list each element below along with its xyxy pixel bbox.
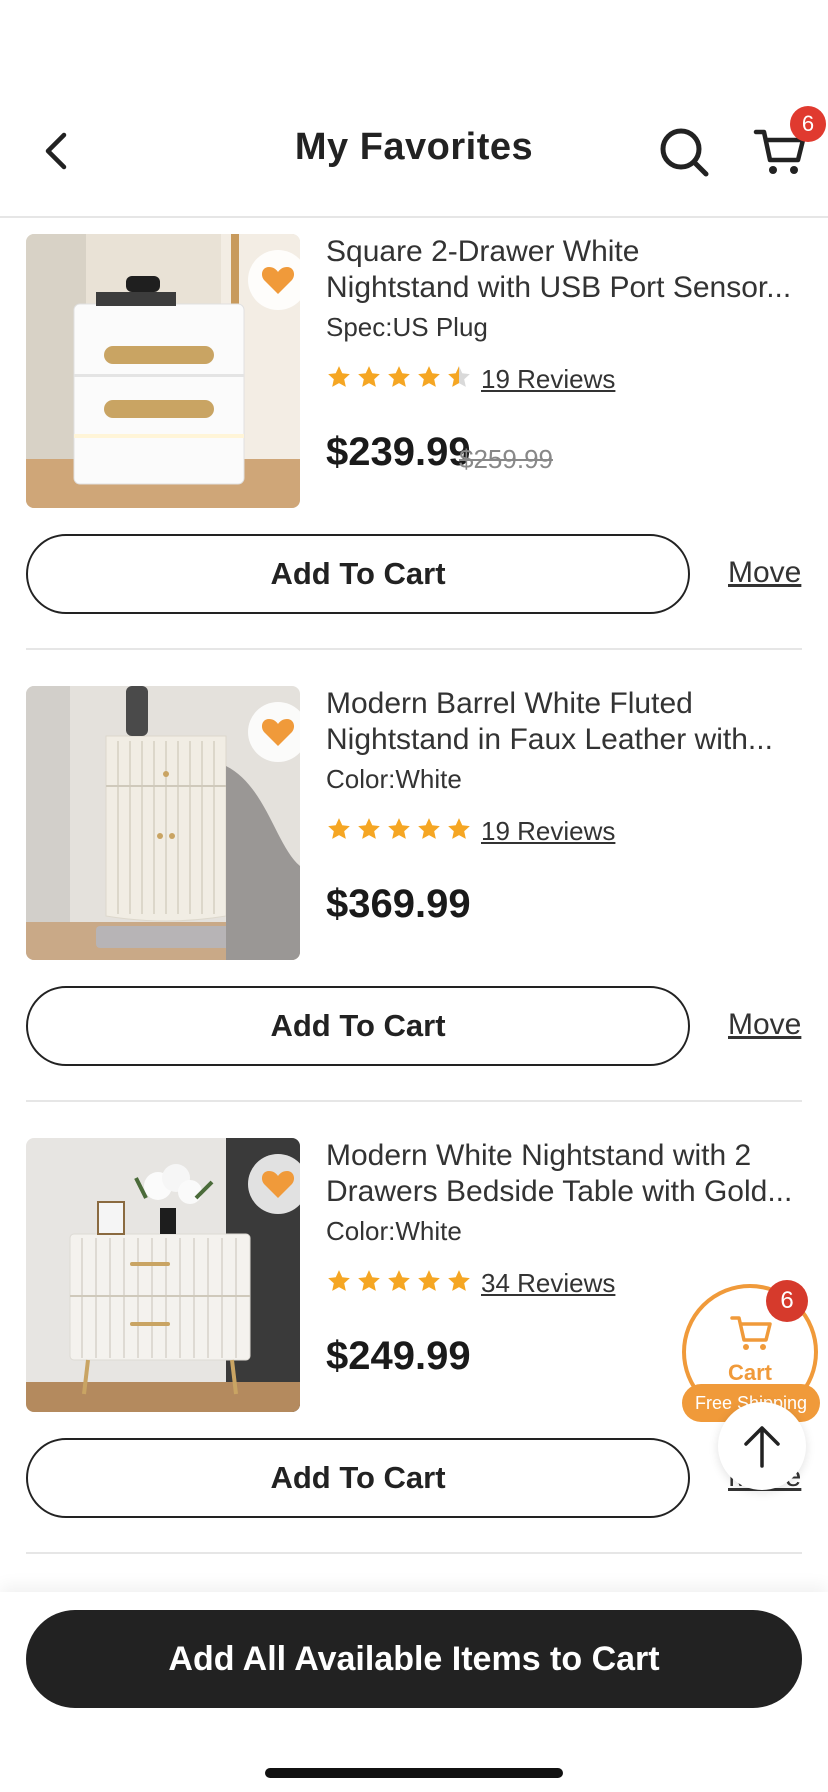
star-icon [358,366,380,387]
reviews-link[interactable]: 19 Reviews [481,816,615,847]
star-icon [418,818,440,839]
scroll-to-top-button[interactable] [718,1402,806,1490]
favorite-item: Square 2-Drawer White Nightstand with US… [0,234,828,686]
add-to-cart-button[interactable]: Add To Cart [26,534,690,614]
reviews-link[interactable]: 34 Reviews [481,1268,615,1299]
product-image[interactable] [26,234,300,508]
star-icon [418,366,440,387]
add-to-cart-button[interactable]: Add To Cart [26,1438,690,1518]
product-spec: Spec:US Plug [326,312,488,342]
product-price: $249.99 [326,1334,471,1378]
divider [26,648,802,650]
star-icon [328,366,350,387]
star-icon [358,818,380,839]
product-price: $239.99 [326,430,471,474]
home-indicator [265,1768,563,1778]
heart-icon [261,719,295,746]
floating-cart-badge: 6 [766,1280,808,1322]
product-title[interactable]: Modern Barrel White Fluted Nightstand in… [326,686,806,758]
move-link[interactable]: Move [728,1008,801,1042]
product-image[interactable] [26,1138,300,1412]
product-image[interactable] [26,686,300,960]
favorite-toggle[interactable] [248,1154,300,1214]
star-half-icon [448,366,470,387]
product-price: $369.99 [326,882,471,926]
bottom-bar: Add All Available Items to Cart [0,1592,828,1792]
rating-stars [326,364,472,390]
star-icon [388,366,410,387]
heart-icon [261,1171,295,1198]
star-icon [328,818,350,839]
add-all-to-cart-button[interactable]: Add All Available Items to Cart [26,1610,802,1708]
star-icon [388,1270,410,1291]
favorite-toggle[interactable] [248,250,300,310]
favorite-toggle[interactable] [248,702,300,762]
star-icon [328,1270,350,1291]
product-spec: Color:White [326,1216,462,1246]
add-to-cart-button[interactable]: Add To Cart [26,986,690,1066]
star-icon [418,1270,440,1291]
original-price: $259.99 [459,444,553,474]
star-icon [448,818,470,839]
divider [26,1100,802,1102]
rating-stars [326,816,472,842]
star-icon [358,1270,380,1291]
product-spec: Color:White [326,764,462,794]
star-icon [388,818,410,839]
divider [26,1552,802,1554]
heart-icon [261,267,295,294]
search-button[interactable] [656,124,712,180]
product-title[interactable]: Square 2-Drawer White Nightstand with US… [326,234,806,306]
header: My Favorites 6 [0,0,828,218]
search-icon [660,128,709,177]
cart-icon [730,1316,772,1350]
move-link[interactable]: Move [728,556,801,590]
product-title[interactable]: Modern White Nightstand with 2 Drawers B… [326,1138,806,1210]
cart-count-badge: 6 [790,106,826,142]
star-icon [448,1270,470,1291]
rating-stars [326,1268,472,1294]
arrow-up-icon [744,1426,780,1468]
reviews-link[interactable]: 19 Reviews [481,364,615,395]
favorite-item: Modern Barrel White Fluted Nightstand in… [0,686,828,1138]
floating-cart-label: Cart [727,1360,772,1385]
